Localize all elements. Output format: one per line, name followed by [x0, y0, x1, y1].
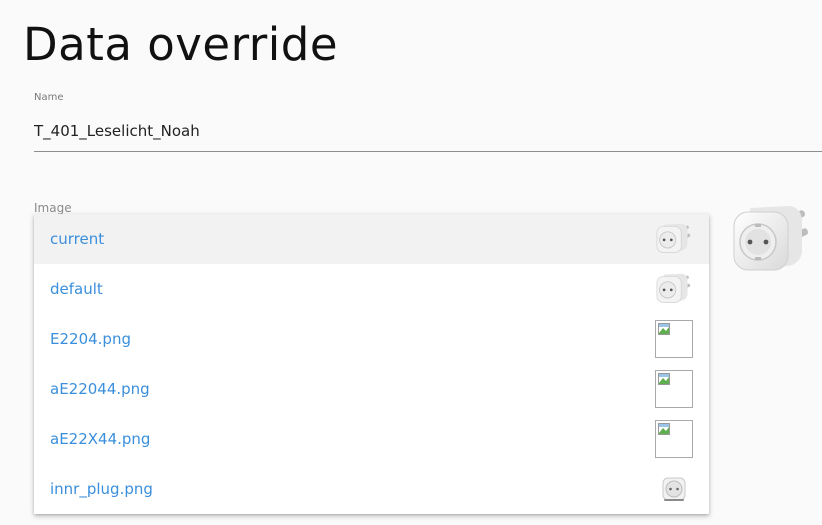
- broken-image-icon: [654, 319, 694, 359]
- page-title: Data override: [23, 18, 339, 71]
- image-option-e2204[interactable]: E2204.png: [34, 314, 709, 364]
- plug-preview-icon: [733, 206, 809, 271]
- image-option-ae22x44[interactable]: aE22X44.png: [34, 414, 709, 464]
- data-override-page: Data override Name Image current: [0, 0, 822, 525]
- broken-image-icon: [654, 419, 694, 459]
- option-label: innr_plug.png: [50, 480, 153, 498]
- option-label: current: [50, 230, 105, 248]
- image-option-default[interactable]: default: [34, 264, 709, 314]
- image-field-label: Image: [34, 201, 72, 215]
- plug-icon: [654, 269, 694, 309]
- name-field-label: Name: [34, 92, 64, 103]
- image-dropdown-menu: current default E2204.png aE22044.png aE…: [34, 214, 709, 514]
- option-label: aE22044.png: [50, 380, 150, 398]
- small-plug-icon: [654, 469, 694, 509]
- image-option-innr-plug[interactable]: innr_plug.png: [34, 464, 709, 514]
- option-label: aE22X44.png: [50, 430, 151, 448]
- name-input[interactable]: [34, 114, 822, 152]
- image-option-ae22044[interactable]: aE22044.png: [34, 364, 709, 414]
- option-label: default: [50, 280, 103, 298]
- image-option-current[interactable]: current: [34, 214, 709, 264]
- option-label: E2204.png: [50, 330, 131, 348]
- plug-icon: [654, 219, 694, 259]
- broken-image-icon: [654, 369, 694, 409]
